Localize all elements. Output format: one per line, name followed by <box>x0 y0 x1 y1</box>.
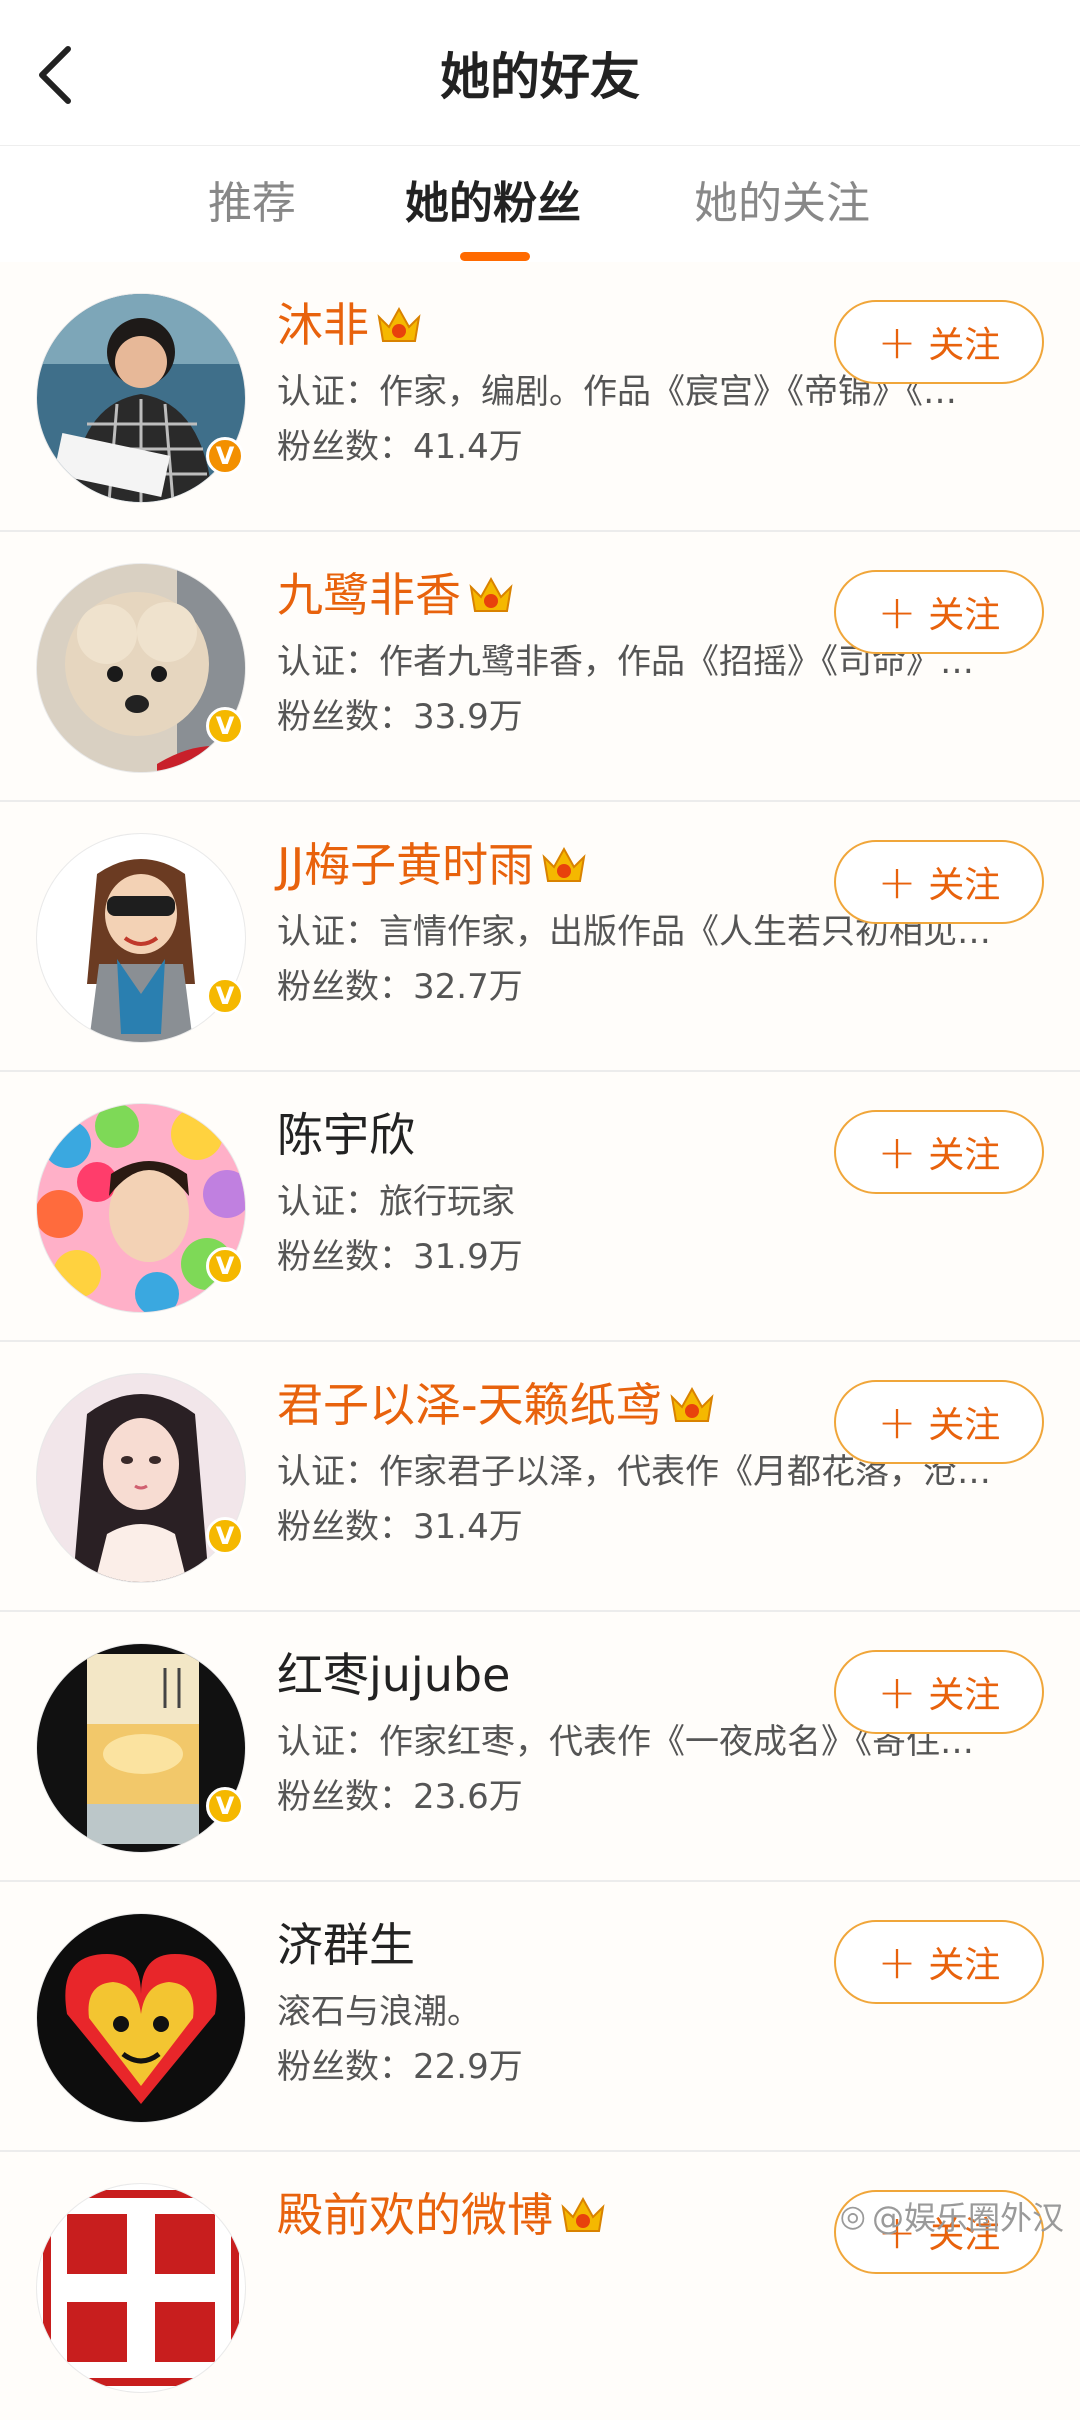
follow-label: 关注 <box>928 865 1001 906</box>
plus-icon: + <box>877 1665 917 1719</box>
user-name-text: 九鹭非香 <box>277 568 461 622</box>
avatar[interactable] <box>36 1913 246 2123</box>
user-name-text: 济群生 <box>277 1918 415 1972</box>
plus-icon: + <box>877 1935 917 1989</box>
verified-badge-icon: V <box>206 1517 244 1555</box>
follow-label: 关注 <box>928 1405 1001 1446</box>
tab-recommend[interactable]: 推荐 <box>208 174 296 234</box>
fans-count: 粉丝数：22.9万 <box>277 2047 523 2087</box>
watermark: ◎ @娱乐圈外汉 <box>840 2193 1064 2239</box>
user-name-text: JJ梅子黄时雨 <box>277 838 535 892</box>
follow-label: 关注 <box>928 595 1001 636</box>
list-item[interactable]: V 沐非 认证：作家，编剧。作品《宸宫》《帝锦》《… 粉丝数：41.4万 + 关注 <box>0 262 1080 532</box>
follow-button[interactable]: + 关注 <box>834 1110 1044 1194</box>
plus-icon: + <box>877 855 917 909</box>
verified-badge-icon: V <box>206 437 244 475</box>
follow-button[interactable]: + 关注 <box>834 300 1044 384</box>
tab-her-fans[interactable]: 她的粉丝 <box>405 174 581 234</box>
verified-badge-icon: V <box>206 977 244 1015</box>
verified-badge-icon: V <box>206 1787 244 1825</box>
follow-button[interactable]: + 关注 <box>834 1650 1044 1734</box>
plus-icon: + <box>877 585 917 639</box>
user-name[interactable]: JJ梅子黄时雨 <box>277 832 590 898</box>
fans-count: 粉丝数：33.9万 <box>277 697 523 737</box>
follow-button[interactable]: + 关注 <box>834 1380 1044 1464</box>
plus-icon: + <box>877 1125 917 1179</box>
tab-bar: 推荐 她的粉丝 她的关注 <box>0 146 1080 262</box>
follow-label: 关注 <box>928 1945 1001 1986</box>
crown-icon <box>469 576 513 612</box>
page-title: 她的好友 <box>440 48 640 106</box>
header-bar: 她的好友 <box>0 0 1080 146</box>
user-name[interactable]: 沐非 <box>277 292 425 358</box>
crown-icon <box>542 846 586 882</box>
verified-badge-icon: V <box>206 707 244 745</box>
user-list: V 沐非 认证：作家，编剧。作品《宸宫》《帝锦》《… 粉丝数：41.4万 + 关注… <box>0 262 1080 2420</box>
user-name[interactable]: 红枣jujube <box>277 1642 510 1708</box>
fans-count: 粉丝数：23.6万 <box>277 1777 523 1817</box>
list-item[interactable]: V JJ梅子黄时雨 认证：言情作家，出版作品《人生若只初相见… 粉丝数：32.7… <box>0 802 1080 1072</box>
list-item[interactable]: V 陈宇欣 认证：旅行玩家 粉丝数：31.9万 + 关注 <box>0 1072 1080 1342</box>
user-name[interactable]: 九鹭非香 <box>277 562 517 628</box>
watermark-text: @娱乐圈外汉 <box>871 2199 1064 2237</box>
crown-icon <box>377 306 421 342</box>
user-name[interactable]: 陈宇欣 <box>277 1102 415 1168</box>
follow-label: 关注 <box>928 1135 1001 1176</box>
plus-icon: + <box>877 315 917 369</box>
user-name[interactable]: 济群生 <box>277 1912 415 1978</box>
verified-badge-icon: V <box>206 1247 244 1285</box>
follow-button[interactable]: + 关注 <box>834 570 1044 654</box>
follow-button[interactable]: + 关注 <box>834 1920 1044 2004</box>
user-name-text: 沐非 <box>277 298 369 352</box>
crown-icon <box>561 2196 605 2232</box>
fans-count: 粉丝数：41.4万 <box>277 427 523 467</box>
user-name[interactable]: 君子以泽-天籁纸鸢 <box>277 1372 718 1438</box>
list-item[interactable]: 济群生 滚石与浪潮。 粉丝数：22.9万 + 关注 <box>0 1882 1080 2152</box>
fans-count: 粉丝数：31.9万 <box>277 1237 523 1277</box>
crown-icon <box>670 1386 714 1422</box>
fans-count: 粉丝数：32.7万 <box>277 967 523 1007</box>
list-item[interactable]: V 君子以泽-天籁纸鸢 认证：作家君子以泽，代表作《月都花落，沧… 粉丝数：31… <box>0 1342 1080 1612</box>
list-item[interactable]: V 九鹭非香 认证：作者九鹭非香，作品《招摇》《司命》… 粉丝数：33.9万 +… <box>0 532 1080 802</box>
fans-count: 粉丝数：31.4万 <box>277 1507 523 1547</box>
plus-icon: + <box>877 1395 917 1449</box>
weibo-logo-icon: ◎ <box>839 2198 866 2234</box>
user-name-text: 陈宇欣 <box>277 1108 415 1162</box>
user-name-text: 君子以泽-天籁纸鸢 <box>277 1378 662 1432</box>
list-item[interactable]: V 红枣jujube 认证：作家红枣，代表作《一夜成名》《寄住… 粉丝数：23.… <box>0 1612 1080 1882</box>
user-name-text: 殿前欢的微博 <box>277 2188 553 2242</box>
user-name-text: 红枣jujube <box>277 1648 511 1702</box>
avatar[interactable] <box>36 2183 246 2393</box>
active-tab-indicator <box>460 252 530 261</box>
follow-button[interactable]: + 关注 <box>834 840 1044 924</box>
follow-label: 关注 <box>928 325 1001 366</box>
follow-label: 关注 <box>928 1675 1001 1716</box>
user-name[interactable]: 殿前欢的微博 <box>277 2182 609 2248</box>
tab-her-following[interactable]: 她的关注 <box>694 174 870 234</box>
